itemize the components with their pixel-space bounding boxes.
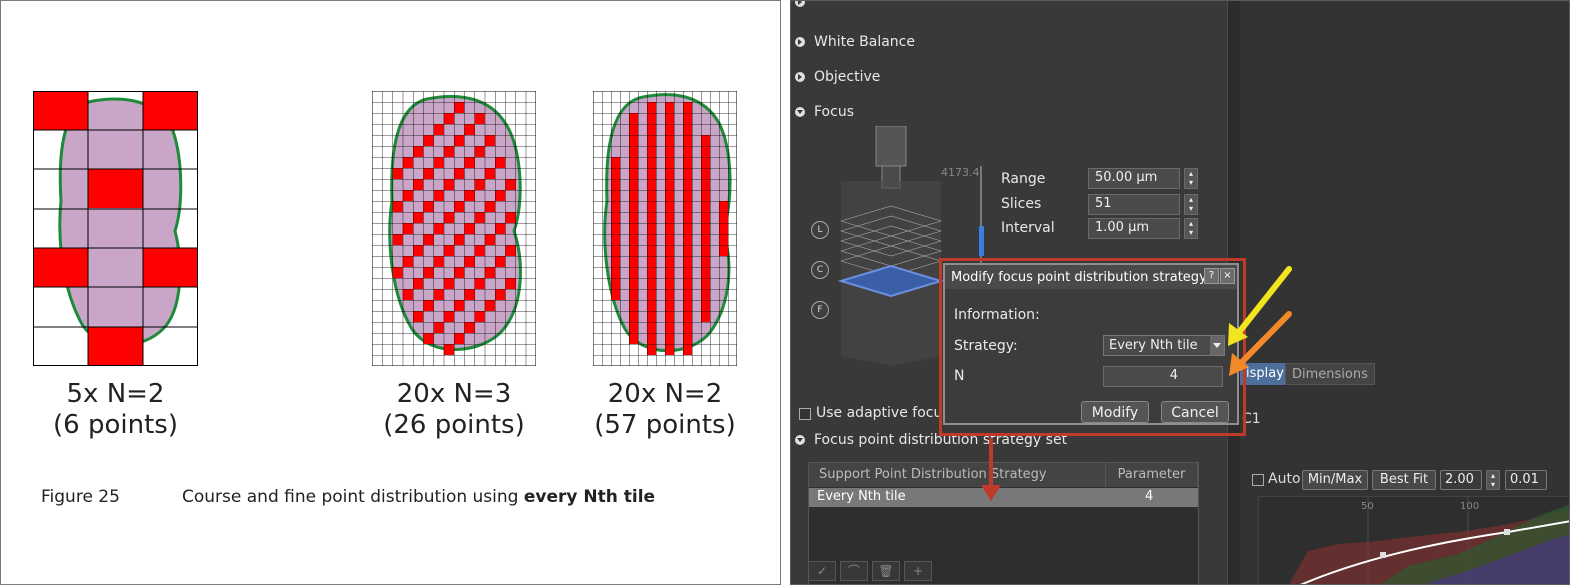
table-toolbar: ✓ ⌒ 🗑 + [808,561,948,581]
interval-spinner[interactable]: ▴ ▾ [1184,218,1198,239]
histogram [1258,496,1569,584]
section-label: Objective [814,69,881,85]
help-icon[interactable]: ? [1204,268,1219,284]
modify-strategy-dialog: Modify focus point distribution strategy… [943,263,1239,425]
section-strategy-set[interactable]: Focus point distribution strategy set [795,427,1067,453]
minmax-button[interactable]: Min/Max [1302,470,1368,490]
caption-title: 5x N=2 [66,379,165,409]
strategy-select[interactable]: Every Nth tile [1103,335,1225,356]
tissue-grid-5x [33,91,198,366]
section-label: Focus point distribution strategy set [814,432,1068,448]
section-focus[interactable]: Focus [795,99,854,125]
n-field[interactable]: 4 [1103,366,1223,387]
caption-title: 20x N=3 [396,379,512,409]
interval-field[interactable]: 1.00 µm [1088,218,1180,239]
tab-display[interactable]: isplay [1240,363,1290,385]
caption-title: 20x N=2 [607,379,723,409]
caption-5x: 5x N=2 (6 points) [33,379,198,441]
hist-tick-50: 50 [1361,501,1374,512]
collapse-icon [795,435,805,445]
chevron-down-icon[interactable] [1210,336,1224,355]
modify-button[interactable]: Modify [1081,401,1149,423]
gamma-spinner[interactable]: ▴ ▾ [1486,470,1500,490]
tissue-grid-20x-n3 [372,91,536,366]
expand-icon [795,1,805,7]
center-button[interactable]: C [811,261,829,279]
caption-20x-n2: 20x N=2 (57 points) [593,379,737,441]
information-label: Information: [954,307,1040,323]
add-icon[interactable]: + [904,561,932,581]
curve-icon[interactable]: ⌒ [840,561,868,581]
expand-icon [795,72,805,82]
last-button[interactable]: L [811,221,829,239]
adaptive-focus-checkbox[interactable] [799,408,811,420]
bestfit-button[interactable]: Best Fit [1372,470,1436,490]
section-partial[interactable] [795,1,814,15]
caption-points: (6 points) [53,410,178,440]
range-label: Range [1001,171,1046,187]
channel-label: C1 [1242,411,1261,427]
figure-text-bold: every Nth tile [523,487,656,507]
section-label: Focus [814,104,854,120]
dialog-title: Modify focus point distribution strategy [951,270,1207,285]
range-field[interactable]: 50.00 µm [1088,168,1180,189]
interval-label: Interval [1001,220,1055,236]
display-view: isplay Dimensions C1 Auto Min/Max Best F… [1240,1,1569,584]
section-objective[interactable]: Objective [795,64,880,90]
caption-20x-n3: 20x N=3 (26 points) [372,379,536,441]
close-icon[interactable]: × [1220,268,1235,284]
collapse-icon [795,107,805,117]
figure-caption: Figure 25 Course and fine point distribut… [41,487,655,507]
adaptive-focus-label: Use adaptive focus p [816,405,963,421]
figure-panel: 5x N=2 (6 points) 20x N=3 (26 points) 20… [0,0,781,585]
hist-tick-100: 100 [1460,501,1480,512]
first-button[interactable]: F [811,301,829,319]
expand-icon [795,37,805,47]
auto-label: Auto [1268,471,1301,487]
figure-text: Course and fine point distribution using [182,487,524,507]
slices-label: Slices [1001,196,1042,212]
n-label: N [954,368,965,384]
section-white-balance[interactable]: White Balance [795,29,915,55]
gamma-field[interactable]: 2.00 [1440,470,1482,490]
figure-number: Figure 25 [41,487,120,507]
software-panel: White Balance Objective Focus 4173.4 L C… [790,0,1570,585]
range-spinner[interactable]: ▴ ▾ [1184,168,1198,189]
caption-points: (26 points) [383,410,525,440]
auto-checkbox[interactable] [1252,474,1264,486]
table-row[interactable]: Every Nth tile 4 [809,488,1198,507]
value-field[interactable]: 0.01 [1505,470,1547,490]
slices-spinner[interactable]: ▴ ▾ [1184,194,1198,215]
slices-field[interactable]: 51 [1088,194,1180,215]
cancel-button[interactable]: Cancel [1161,401,1229,423]
column-header-strategy[interactable]: Support Point Distribution Strategy [809,463,1106,487]
strategy-label: Strategy: [954,338,1018,354]
dialog-titlebar[interactable]: Modify focus point distribution strategy… [945,265,1237,289]
strategy-cell: Every Nth tile [817,489,906,504]
parameter-cell: 4 [1145,489,1154,504]
caption-points: (57 points) [594,410,736,440]
check-icon[interactable]: ✓ [808,561,836,581]
z-position-label: 4173.4 [941,166,980,179]
trash-icon[interactable]: 🗑 [872,561,900,581]
column-header-parameter[interactable]: Parameter [1106,463,1198,487]
section-label: White Balance [814,34,915,50]
strategy-select-value: Every Nth tile [1109,338,1198,353]
tissue-grid-20x-n2 [593,91,737,366]
tab-dimensions[interactable]: Dimensions [1285,363,1375,385]
